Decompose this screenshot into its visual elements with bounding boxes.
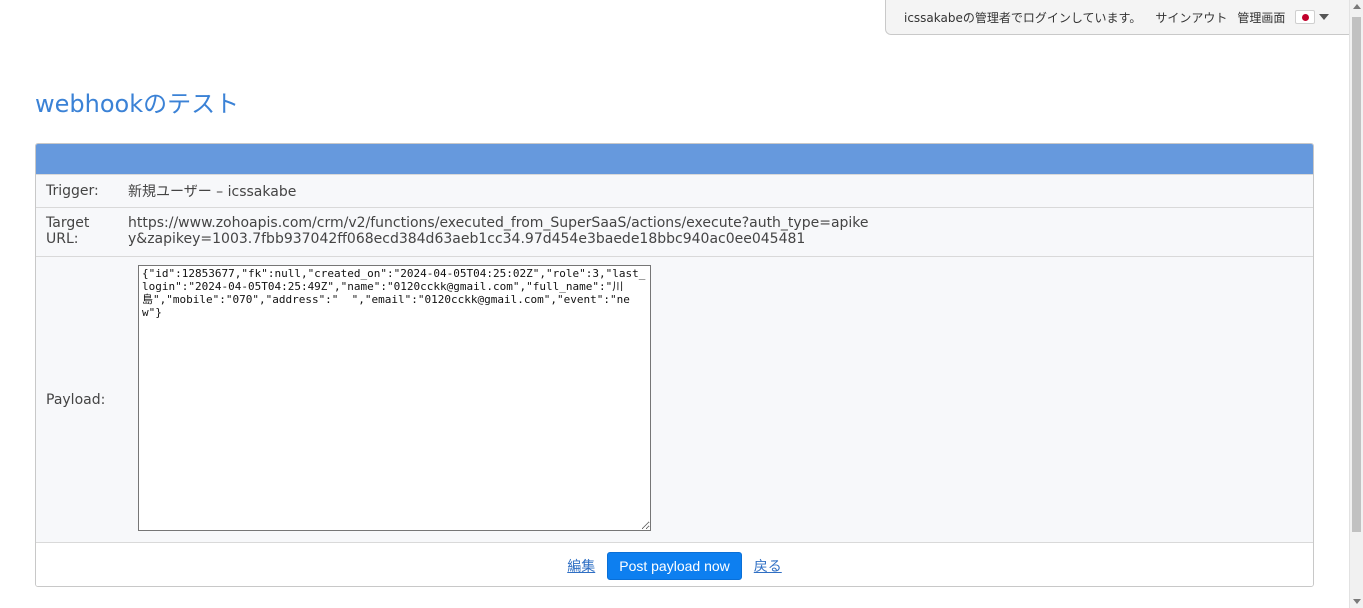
signout-link[interactable]: サインアウト xyxy=(1155,9,1227,26)
webhook-test-panel: Trigger: 新規ユーザー – icssakabe Target URL: … xyxy=(35,143,1314,587)
scroll-thumb[interactable] xyxy=(1352,17,1361,532)
payload-row: Payload: {"id":12853677,"fk":null,"creat… xyxy=(36,256,1313,542)
vertical-scrollbar[interactable] xyxy=(1349,0,1363,608)
admin-link[interactable]: 管理画面 xyxy=(1237,9,1285,26)
payload-label: Payload: xyxy=(46,391,106,408)
user-bar: icssakabeの管理者でログインしています。 サインアウト 管理画面 xyxy=(885,0,1350,35)
payload-textarea[interactable]: {"id":12853677,"fk":null,"created_on":"2… xyxy=(138,265,651,531)
page: icssakabeの管理者でログインしています。 サインアウト 管理画面 web… xyxy=(0,0,1363,608)
post-payload-button[interactable]: Post payload now xyxy=(607,551,742,580)
japan-flag-icon[interactable] xyxy=(1295,10,1316,24)
trigger-label: Trigger: xyxy=(46,183,99,199)
chevron-down-icon[interactable] xyxy=(1319,14,1330,20)
target-url-label: Target URL: xyxy=(46,215,90,247)
action-bar: 編集 Post payload now 戻る xyxy=(36,542,1313,586)
page-title: webhookのテスト xyxy=(35,90,240,118)
scroll-up-icon[interactable] xyxy=(1353,4,1361,9)
target-url-row: Target URL: https://www.zohoapis.com/crm… xyxy=(36,207,1313,256)
login-status-text: icssakabeの管理者でログインしています。 xyxy=(904,10,1142,25)
scroll-down-icon[interactable] xyxy=(1353,599,1361,604)
trigger-row: Trigger: 新規ユーザー – icssakabe xyxy=(36,174,1313,207)
panel-header xyxy=(36,144,1313,174)
trigger-value: 新規ユーザー – icssakabe xyxy=(128,184,297,200)
target-url-value: https://www.zohoapis.com/crm/v2/function… xyxy=(128,215,869,247)
back-link[interactable]: 戻る xyxy=(754,556,782,576)
edit-link[interactable]: 編集 xyxy=(567,556,595,576)
